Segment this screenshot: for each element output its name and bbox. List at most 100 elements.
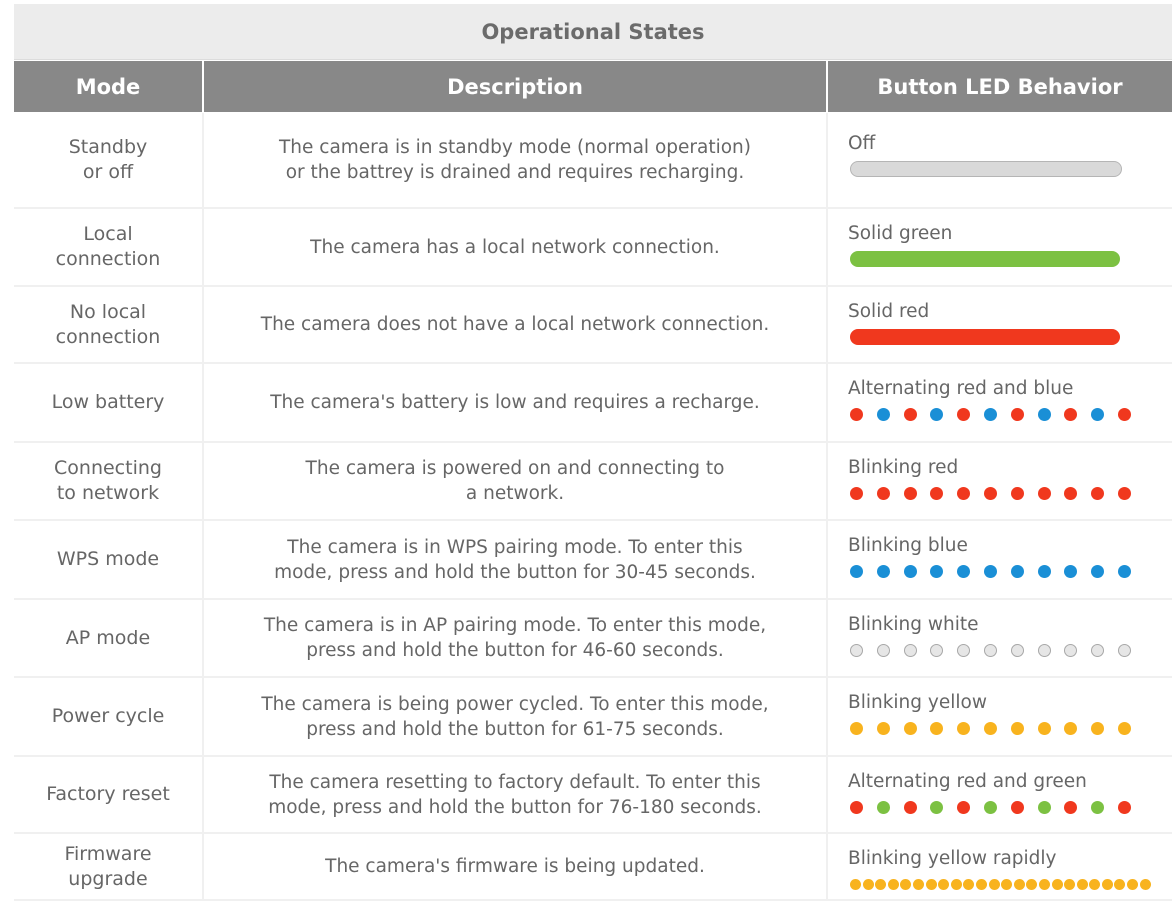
led-behavior-cell: Solid green xyxy=(848,209,1172,285)
description-cell: The camera is in WPS pairing mode. To en… xyxy=(204,521,828,598)
led-dot-yellow xyxy=(1013,879,1025,890)
description-cell: The camera resetting to factory default.… xyxy=(204,757,828,832)
led-behavior-cell: Blinking yellow xyxy=(848,678,1172,755)
led-dot-red xyxy=(850,487,863,500)
led-dot-sequence xyxy=(850,801,1145,814)
led-dot-white xyxy=(850,644,863,657)
led-dot-blue xyxy=(983,408,997,421)
led-behavior-label: Blinking blue xyxy=(848,535,968,556)
description-text: The camera is in WPS pairing mode. To en… xyxy=(287,536,743,558)
mode-text: connection xyxy=(55,325,161,348)
led-dot-yellow xyxy=(1076,879,1088,890)
led-dot-yellow xyxy=(862,879,874,890)
led-dot-red xyxy=(1064,408,1078,421)
mode-cell: Factory reset xyxy=(14,757,204,832)
description-cell: The camera is in AP pairing mode. To ent… xyxy=(204,600,828,676)
led-dot-yellow xyxy=(950,879,962,890)
led-dot-red xyxy=(983,487,997,500)
mode-text: Factory reset xyxy=(46,783,170,805)
led-dot-white xyxy=(903,644,917,657)
led-dot-yellow xyxy=(963,879,975,890)
led-dot-white xyxy=(876,644,890,657)
led-dot-yellow xyxy=(1038,879,1050,890)
led-dot-red xyxy=(1010,408,1024,421)
description-text: press and hold the button for 61-75 seco… xyxy=(306,718,724,740)
mode-cell: Local connection xyxy=(14,209,204,285)
led-behavior-label: Solid green xyxy=(848,223,953,244)
led-dot-yellow xyxy=(1139,879,1151,890)
led-behavior-label: Blinking yellow rapidly xyxy=(848,848,1057,869)
led-dot-red xyxy=(1037,487,1051,500)
led-dot-blue xyxy=(1117,565,1131,578)
led-dot-blue xyxy=(1091,408,1105,421)
mode-text: Low battery xyxy=(51,391,165,413)
led-dot-red xyxy=(1091,487,1105,500)
led-dot-yellow xyxy=(1064,879,1076,890)
led-dot-red xyxy=(903,487,917,500)
operational-states-table: Operational States Mode Description Butt… xyxy=(14,0,1172,901)
led-dot-yellow xyxy=(850,722,863,735)
table-row: Connecting to network The camera is powere… xyxy=(14,443,1172,521)
led-dot-yellow xyxy=(900,879,912,890)
led-behavior-label: Blinking yellow xyxy=(848,692,987,713)
description-text: mode, press and hold the button for 76-1… xyxy=(268,796,762,818)
description-cell: The camera's battery is low and requires… xyxy=(204,364,828,441)
description-text: press and hold the button for 46-60 seco… xyxy=(306,640,724,661)
led-behavior-cell: Blinking blue xyxy=(848,521,1172,598)
mode-text: Firmware xyxy=(64,842,152,865)
table-header-row: Mode Description Button LED Behavior xyxy=(14,61,1172,112)
led-dot-yellow xyxy=(1037,722,1051,735)
led-dot-red xyxy=(1064,487,1078,500)
led-behavior-label: Blinking white xyxy=(848,614,979,635)
led-dot-green xyxy=(1091,801,1105,814)
mode-cell: Low battery xyxy=(14,364,204,441)
mode-text: Standby xyxy=(68,136,148,158)
led-dot-yellow xyxy=(876,722,890,735)
header-mode: Mode xyxy=(14,61,204,112)
led-dot-white xyxy=(1117,644,1131,657)
table-row: WPS mode The camera is in WPS pairing mod… xyxy=(14,521,1172,600)
led-dot-yellow xyxy=(925,879,937,890)
led-dot-blue xyxy=(957,565,971,578)
mode-cell: Firmware upgrade xyxy=(14,834,204,899)
description-cell: The camera is powered on and connecting … xyxy=(204,443,828,519)
led-dot-blue xyxy=(983,565,997,578)
mode-text: AP mode xyxy=(65,626,151,649)
led-dot-yellow xyxy=(912,879,924,890)
led-dot-yellow xyxy=(930,722,944,735)
table-row: Firmware upgrade The camera's firmware is … xyxy=(14,834,1172,901)
led-dot-sequence xyxy=(850,565,1145,578)
led-dot-yellow xyxy=(1117,722,1131,735)
led-behavior-cell: Blinking yellow rapidly xyxy=(848,834,1172,899)
description-text: The camera resetting to factory default.… xyxy=(269,771,761,793)
led-dot-white xyxy=(1010,644,1024,657)
led-dot-yellow xyxy=(1127,879,1139,890)
led-dot-blue xyxy=(876,408,890,421)
description-text: The camera does not have a local network… xyxy=(260,314,770,335)
led-behavior-label: Solid red xyxy=(848,301,930,322)
mode-cell: Power cycle xyxy=(14,678,204,755)
led-dot-yellow xyxy=(875,879,887,890)
led-off-bar xyxy=(850,161,1122,177)
led-dot-yellow xyxy=(903,722,917,735)
description-text: The camera's battery is low and requires… xyxy=(270,392,760,413)
led-dot-yellow xyxy=(1091,722,1105,735)
led-dot-blue xyxy=(930,565,944,578)
description-text: a network. xyxy=(465,483,565,504)
led-dot-sequence xyxy=(850,879,1152,890)
led-dot-sequence xyxy=(850,487,1145,500)
description-text: or the battrey is drained and requires r… xyxy=(285,162,745,183)
description-text: mode, press and hold the button for 30-4… xyxy=(274,561,756,583)
led-dot-red xyxy=(903,801,917,814)
led-dot-red xyxy=(850,408,863,421)
description-cell: The camera is in standby mode (normal op… xyxy=(204,113,828,207)
led-dot-white xyxy=(1091,644,1105,657)
mode-text: connection xyxy=(55,248,161,270)
mode-text: Local xyxy=(83,223,133,245)
mode-cell: No local connection xyxy=(14,287,204,362)
table-row: Factory reset The camera resetting to fac… xyxy=(14,757,1172,834)
led-dot-yellow xyxy=(1051,879,1063,890)
led-dot-blue xyxy=(1037,565,1051,578)
table-title: Operational States xyxy=(14,4,1172,60)
led-dot-yellow xyxy=(983,722,997,735)
